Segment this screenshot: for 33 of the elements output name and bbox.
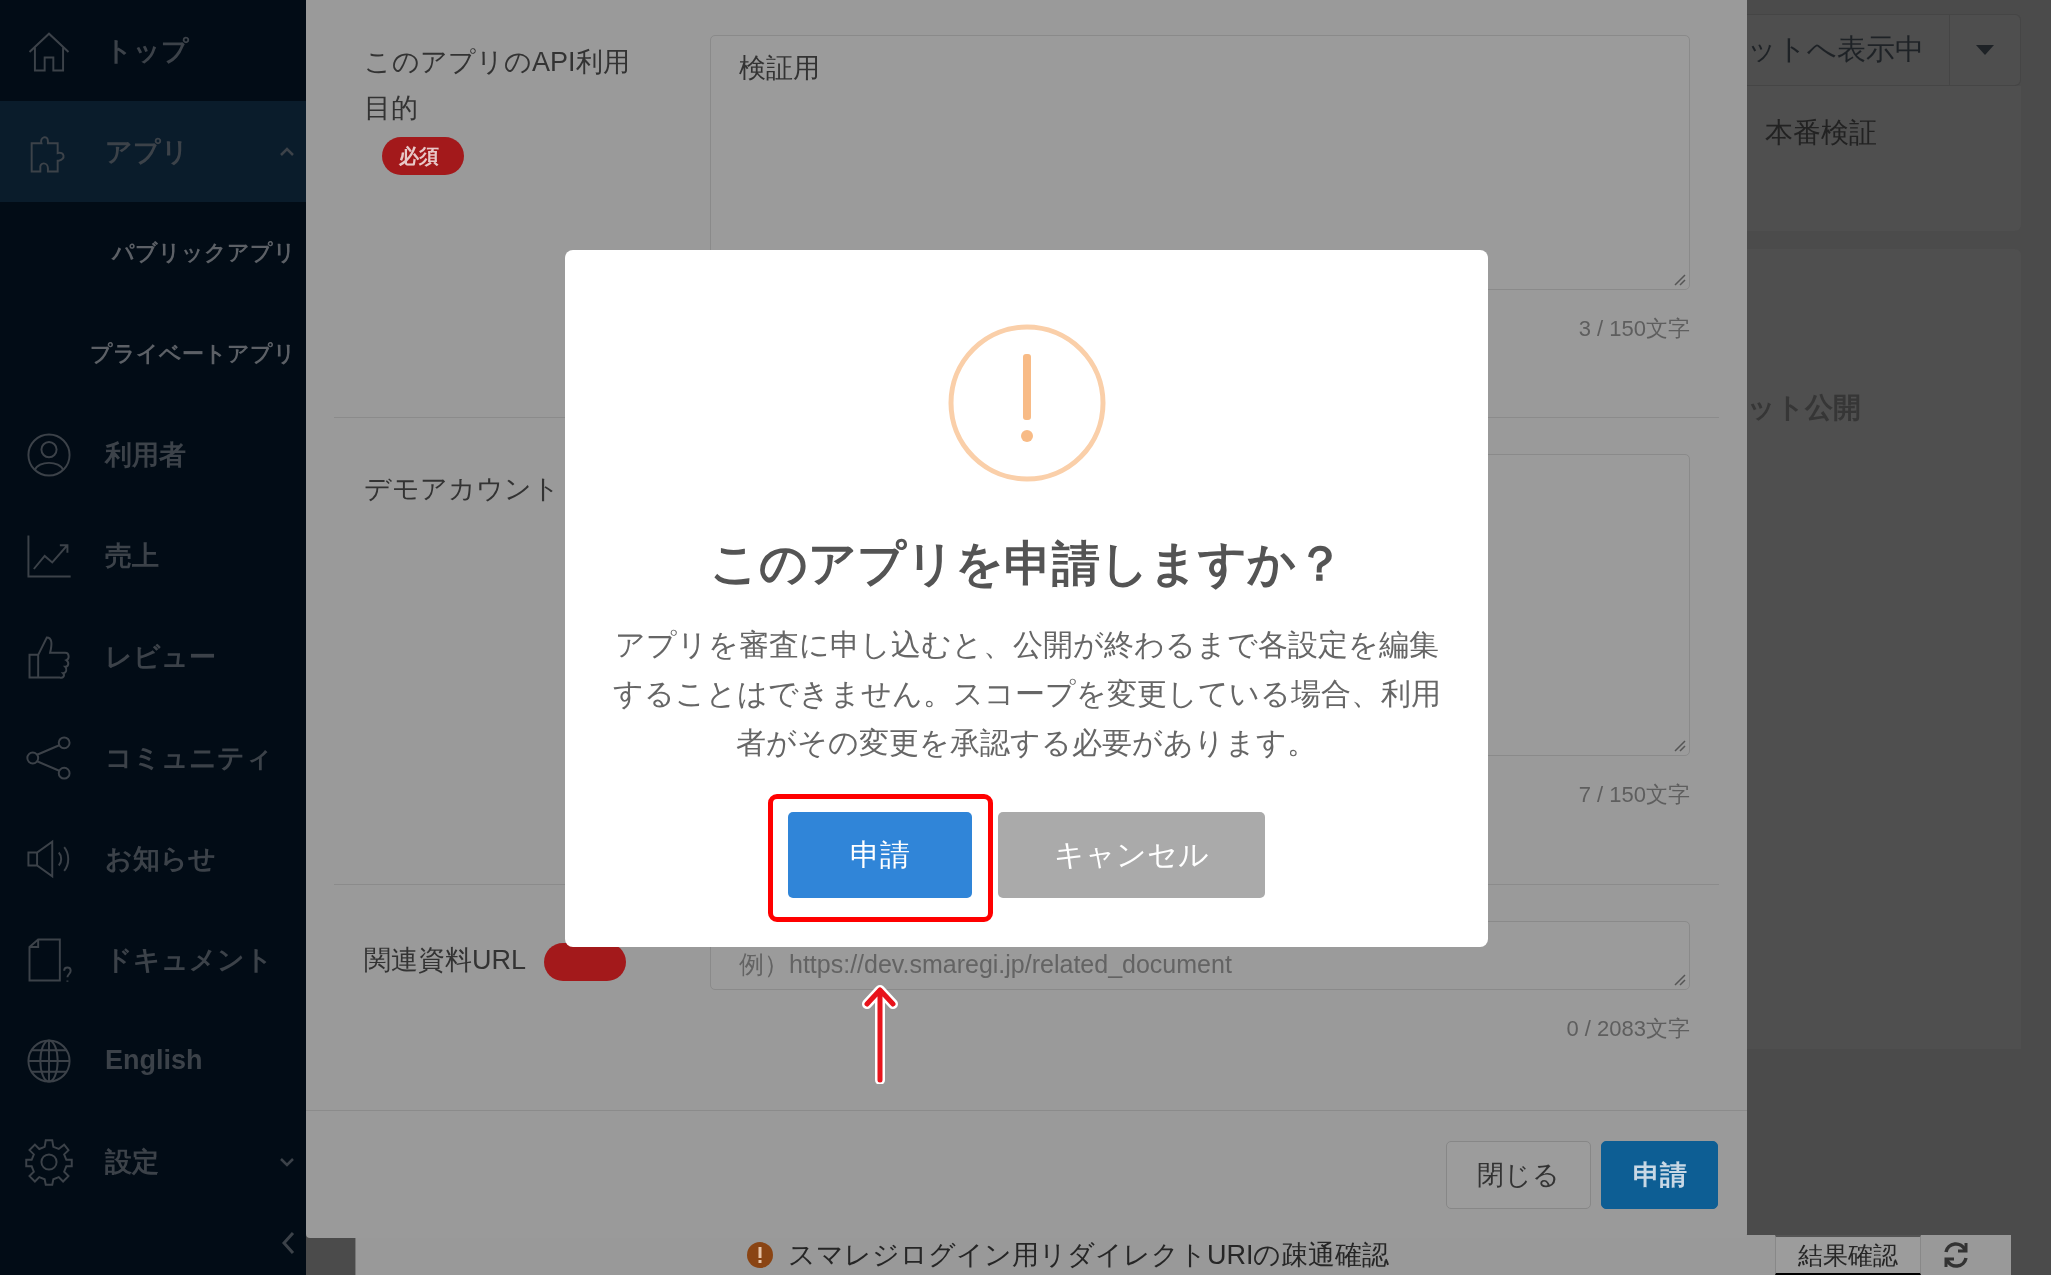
sidebar-item[interactable]: コミュニティ <box>0 707 306 808</box>
required-badge: 必須 <box>382 136 464 175</box>
sidebar-item[interactable]: English <box>0 1010 306 1111</box>
sidebar-subitem[interactable]: プライベートアプリ <box>0 303 306 404</box>
sidebar-item[interactable]: お知らせ <box>0 808 306 909</box>
refresh-icon[interactable] <box>1941 1240 1971 1270</box>
sidebar-subitem[interactable]: パブリックアプリ <box>0 202 306 303</box>
field-label: このアプリのAPI利用目的 <box>364 46 631 125</box>
character-counter: 3 / 150文字 <box>1577 315 1690 343</box>
sidebar-item[interactable]: 設定 <box>0 1111 306 1212</box>
sidebar-item[interactable]: トップ <box>0 0 306 101</box>
sidebar-item[interactable]: 売上 <box>0 505 306 606</box>
exclamation-icon <box>947 324 1106 482</box>
dialog-message: アプリを審査に申し込むと、公開が終わるまで各設定を編集することはできません。スコープを変更している場合、利用者がその変更を承認する必要があります。 <box>611 627 1442 761</box>
sidebar-item[interactable]: 利用者 <box>0 404 306 505</box>
character-counter: 0 / 2083文字 <box>1565 1015 1690 1043</box>
dialog-title: このアプリを申請しますか？ <box>709 536 1344 592</box>
resize-handle-icon[interactable] <box>1672 972 1686 986</box>
close-button[interactable]: 閉じる <box>1446 1140 1591 1209</box>
character-counter: 7 / 150文字 <box>1577 781 1690 809</box>
apply-button[interactable]: 申請 <box>788 812 972 898</box>
cancel-button[interactable]: キャンセル <box>998 812 1265 898</box>
sidebar-item[interactable]: レビュー <box>0 606 306 707</box>
apply-button[interactable]: 申請 <box>1601 1140 1718 1209</box>
field-label: 関連資料URL <box>364 944 526 977</box>
resize-handle-icon[interactable] <box>1672 738 1686 752</box>
result-button[interactable]: 結果確認 <box>1775 1235 1921 1275</box>
resize-handle-icon[interactable] <box>1672 272 1686 286</box>
warning-icon <box>746 1241 774 1269</box>
field-label: デモアカウント <box>364 473 560 506</box>
check-label: スマレジログイン用リダイレクトURIの疎通確認 <box>788 1239 1390 1272</box>
sidebar-item[interactable]: ドキュメント <box>0 909 306 1010</box>
caret-icon <box>1976 45 1994 55</box>
